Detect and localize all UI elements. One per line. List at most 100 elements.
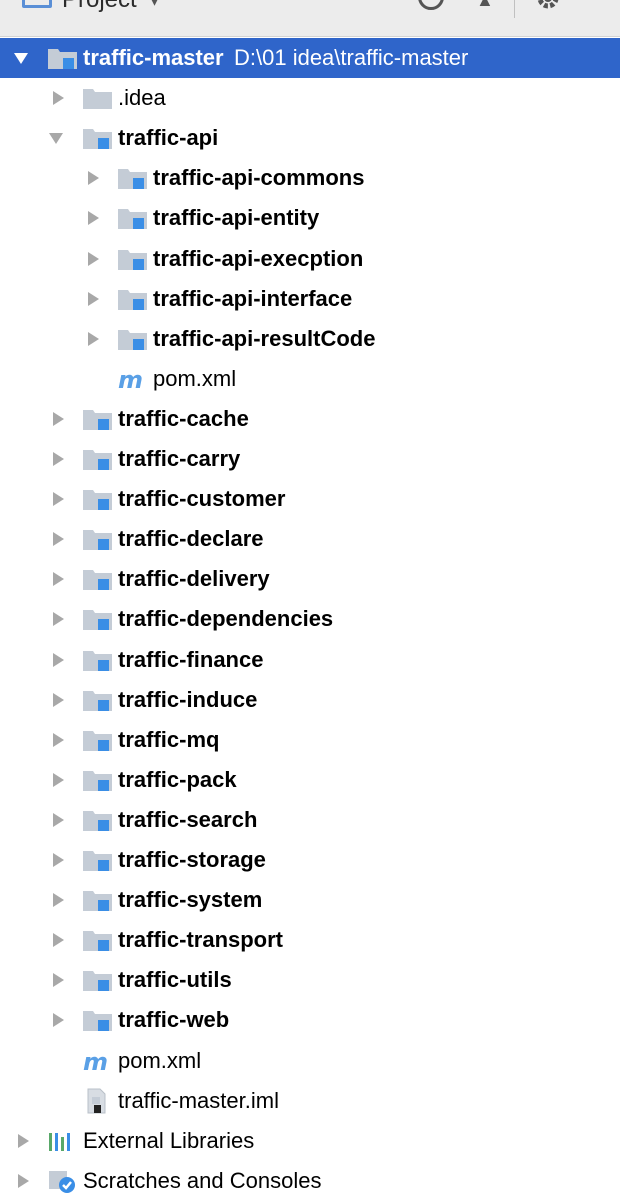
- folder-icon: [82, 78, 114, 118]
- chevron-down-icon[interactable]: ▾: [150, 0, 159, 14]
- project-path: D:\01 idea\traffic-master: [234, 45, 469, 70]
- tree-traffic-utils[interactable]: traffic-utils: [0, 960, 620, 1000]
- expand-arrow-closed-icon[interactable]: [16, 1121, 36, 1161]
- expand-arrow-open-icon[interactable]: [49, 118, 69, 158]
- tree-item-label: .idea: [118, 85, 166, 111]
- tree-traffic-system[interactable]: traffic-system: [0, 880, 620, 920]
- module-folder-icon: [82, 760, 114, 800]
- tree-traffic-api-execption[interactable]: traffic-api-execption: [0, 239, 620, 279]
- tree-item-label: traffic-dependencies: [118, 606, 334, 632]
- tree-root[interactable]: traffic-master D:\01 idea\traffic-master: [0, 38, 620, 78]
- gear-icon[interactable]: [536, 0, 560, 10]
- expand-arrow-closed-icon[interactable]: [86, 158, 106, 198]
- expand-arrow-closed-icon[interactable]: [51, 920, 71, 960]
- expand-arrow-closed-icon[interactable]: [51, 519, 71, 559]
- module-folder-icon: [82, 640, 114, 680]
- tree-item-label: External Libraries: [83, 1127, 255, 1153]
- tree-traffic-mq[interactable]: traffic-mq: [0, 720, 620, 760]
- expand-arrow-closed-icon[interactable]: [51, 599, 71, 639]
- module-folder-icon: [82, 840, 114, 880]
- expand-arrow-closed-icon[interactable]: [51, 720, 71, 760]
- toolbar-divider: [514, 0, 515, 18]
- tree-item-label: traffic-system: [118, 887, 263, 913]
- expand-arrow-closed-icon[interactable]: [51, 800, 71, 840]
- expand-arrow-closed-icon[interactable]: [86, 239, 106, 279]
- locate-icon[interactable]: [418, 0, 444, 10]
- module-folder-icon: [82, 559, 114, 599]
- tree-item-label: traffic-induce: [118, 686, 258, 712]
- tree-traffic-dependencies[interactable]: traffic-dependencies: [0, 599, 620, 639]
- project-view-icon[interactable]: [22, 0, 52, 8]
- tree-item-label: traffic-carry: [118, 446, 241, 471]
- tree-external-libraries[interactable]: External Libraries: [0, 1121, 620, 1161]
- tree-api-pom[interactable]: m pom.xml: [0, 359, 620, 399]
- module-folder-icon: [82, 599, 114, 639]
- module-folder-icon: [117, 158, 149, 198]
- expand-arrow-closed-icon[interactable]: [51, 880, 71, 920]
- tree-traffic-search[interactable]: traffic-search: [0, 800, 620, 840]
- tree-traffic-storage[interactable]: traffic-storage: [0, 840, 620, 880]
- expand-arrow-closed-icon[interactable]: [51, 479, 71, 519]
- tree-iml[interactable]: traffic-master.iml: [0, 1081, 620, 1121]
- tree-item-label: traffic-cache: [118, 405, 249, 431]
- expand-arrow-closed-icon[interactable]: [86, 279, 106, 319]
- tree-traffic-carry[interactable]: traffic-carry: [0, 439, 620, 479]
- tree-item-label: traffic-web: [118, 1007, 230, 1033]
- maven-file-icon: m: [82, 1041, 114, 1081]
- tree-traffic-api-resultCode[interactable]: traffic-api-resultCode: [0, 319, 620, 359]
- tree-traffic-induce[interactable]: traffic-induce: [0, 680, 620, 720]
- tree-traffic-api-commons[interactable]: traffic-api-commons: [0, 158, 620, 198]
- expand-arrow-closed-icon[interactable]: [51, 78, 71, 118]
- scratches-icon: [47, 1161, 79, 1201]
- expand-arrow-closed-icon[interactable]: [86, 319, 106, 359]
- tree-traffic-declare[interactable]: traffic-declare: [0, 519, 620, 559]
- module-folder-icon: [117, 319, 149, 359]
- module-folder-icon: [82, 960, 114, 1000]
- tree-item-label: traffic-mq: [118, 726, 220, 752]
- tree-item-label: traffic-delivery: [118, 566, 270, 592]
- expand-arrow-closed-icon[interactable]: [51, 559, 71, 599]
- tree-item-label: traffic-api-resultCode: [153, 325, 376, 351]
- expand-arrow-closed-icon[interactable]: [51, 960, 71, 1000]
- tree-item-label: traffic-transport: [118, 927, 284, 953]
- tree-traffic-finance[interactable]: traffic-finance: [0, 640, 620, 680]
- module-folder-icon: [82, 399, 114, 439]
- tree-scratches[interactable]: Scratches and Consoles: [0, 1161, 620, 1201]
- project-view-label[interactable]: Project: [62, 0, 137, 14]
- expand-arrow-closed-icon[interactable]: [51, 1000, 71, 1040]
- expand-arrow-open-icon[interactable]: [14, 38, 34, 78]
- tree-traffic-web[interactable]: traffic-web: [0, 1000, 620, 1040]
- tree-item-label: traffic-utils: [118, 967, 232, 993]
- tree-traffic-delivery[interactable]: traffic-delivery: [0, 559, 620, 599]
- expand-arrow-closed-icon[interactable]: [51, 439, 71, 479]
- tree-traffic-api[interactable]: traffic-api: [0, 118, 620, 158]
- tree-item-label: traffic-api-interface: [153, 285, 353, 311]
- tree-traffic-api-entity[interactable]: traffic-api-entity: [0, 198, 620, 238]
- expand-arrow-closed-icon[interactable]: [51, 680, 71, 720]
- tree-traffic-customer[interactable]: traffic-customer: [0, 479, 620, 519]
- tree-item-label: traffic-declare: [118, 526, 264, 552]
- tree-traffic-transport[interactable]: traffic-transport: [0, 920, 620, 960]
- tree-root-pom[interactable]: m pom.xml: [0, 1041, 620, 1081]
- tree-traffic-pack[interactable]: traffic-pack: [0, 760, 620, 800]
- expand-arrow-closed-icon[interactable]: [51, 840, 71, 880]
- tree-item-label: traffic-pack: [118, 766, 237, 792]
- module-folder-icon: [82, 519, 114, 559]
- tree-item-label: traffic-api-commons: [153, 165, 365, 191]
- tree-idea[interactable]: .idea: [0, 78, 620, 118]
- expand-arrow-closed-icon[interactable]: [51, 640, 71, 680]
- module-folder-icon: [117, 279, 149, 319]
- expand-arrow-closed-icon[interactable]: [16, 1161, 36, 1201]
- module-folder-icon: [82, 439, 114, 479]
- tree-item-label: traffic-search: [118, 806, 258, 832]
- maven-file-icon: m: [117, 359, 149, 399]
- tree-traffic-api-interface[interactable]: traffic-api-interface: [0, 279, 620, 319]
- collapse-all-icon[interactable]: ▲: [476, 0, 494, 10]
- expand-arrow-closed-icon[interactable]: [86, 198, 106, 238]
- expand-arrow-closed-icon[interactable]: [51, 399, 71, 439]
- module-folder-icon: [82, 479, 114, 519]
- tree-item-label: traffic-storage: [118, 847, 266, 872]
- iml-file-icon: [82, 1081, 114, 1121]
- tree-traffic-cache[interactable]: traffic-cache: [0, 399, 620, 439]
- expand-arrow-closed-icon[interactable]: [51, 760, 71, 800]
